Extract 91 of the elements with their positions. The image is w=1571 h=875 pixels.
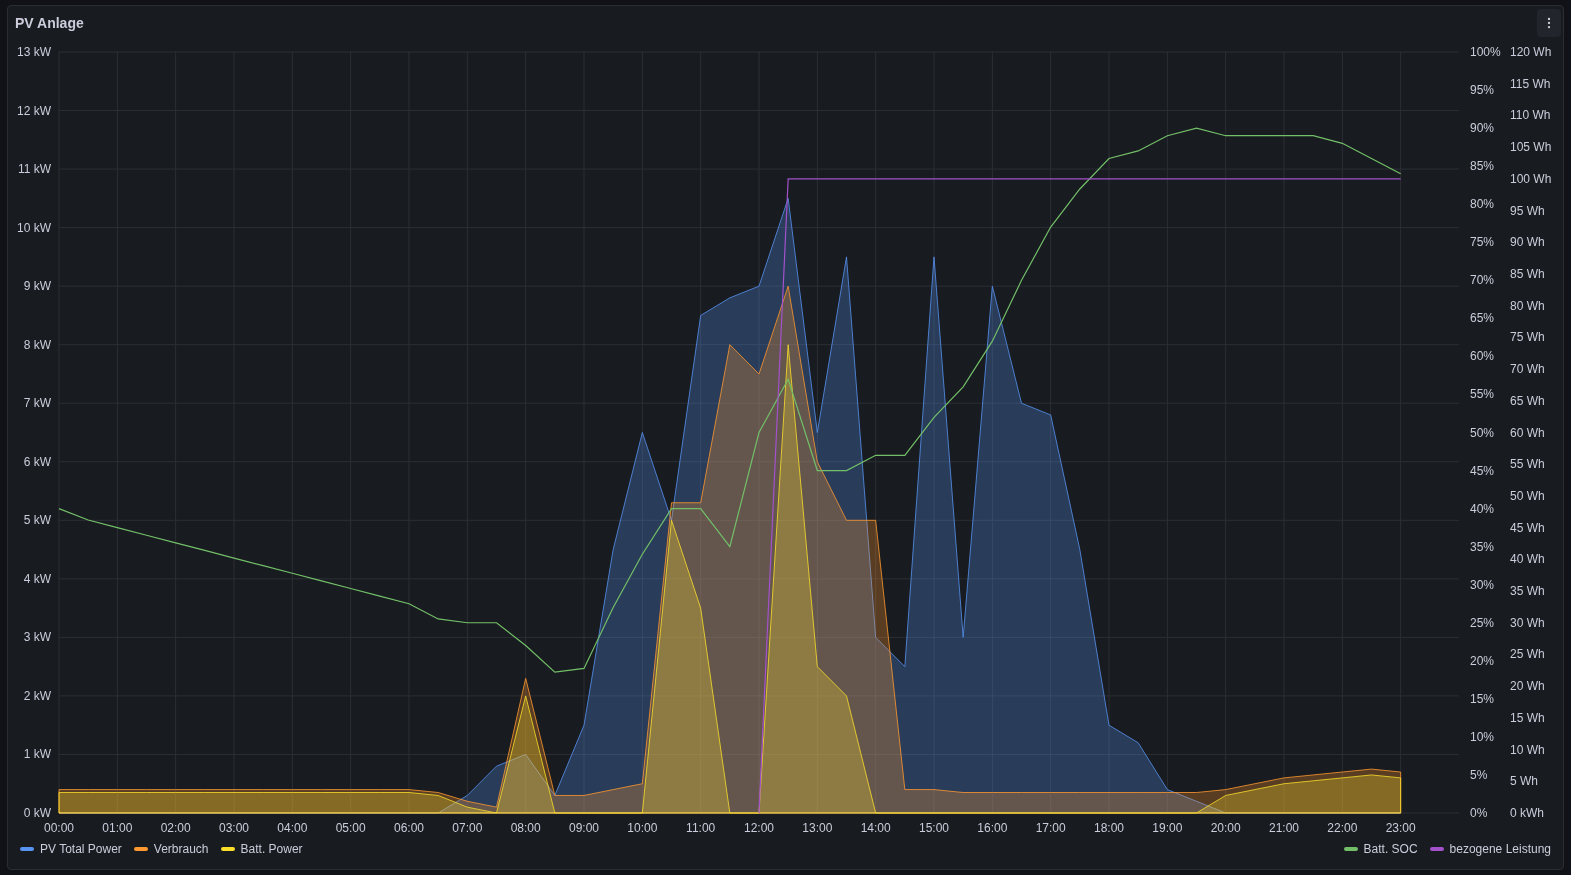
axis-label: 22:00 — [1327, 821, 1358, 835]
axis-label: 13:00 — [802, 821, 833, 835]
axis-label: 08:00 — [510, 821, 541, 835]
legend-label[interactable]: Batt. Power — [240, 841, 303, 857]
axis-label: 65% — [1470, 311, 1495, 326]
axis-label: 30% — [1470, 577, 1495, 592]
axis-label: 11:00 — [686, 821, 716, 835]
axis-label: 00:00 — [44, 821, 74, 835]
axis-label: 11 kW — [17, 162, 51, 177]
legend-label[interactable]: Verbrauch — [153, 841, 209, 857]
axis-label: 5 kW — [23, 513, 51, 528]
axis-label: 20% — [1470, 653, 1495, 668]
axis-label: 05:00 — [335, 821, 366, 835]
axis-label: 25 Wh — [1510, 647, 1545, 662]
axis-label: 80% — [1470, 197, 1495, 212]
axis-label: 17:00 — [1035, 821, 1066, 835]
legend-label[interactable]: bezogene Leistung — [1449, 841, 1551, 857]
axis-label: 55 Wh — [1510, 457, 1545, 472]
axis-label: 85% — [1470, 159, 1495, 174]
axis-label: 6 kW — [23, 454, 51, 469]
axis-label: 07:00 — [452, 821, 483, 835]
axis-label: 100 Wh — [1510, 171, 1552, 186]
axis-label: 9 kW — [23, 279, 51, 294]
axis-label: 09:00 — [569, 821, 599, 835]
axis-label: 90 Wh — [1510, 235, 1545, 250]
axis-label: 0 kW — [23, 806, 51, 820]
axis-label: 0 kWh — [1510, 806, 1544, 820]
axis-label: 90% — [1470, 121, 1495, 136]
axis-label: 30 Wh — [1510, 615, 1545, 630]
axis-label: 02:00 — [160, 821, 191, 835]
axis-label: 55% — [1470, 387, 1495, 402]
panel-title: PV Anlage — [15, 14, 84, 33]
axis-label: 35% — [1470, 539, 1495, 554]
axis-label: 2 kW — [23, 688, 51, 703]
axis-label: 10% — [1470, 729, 1495, 744]
legend-label[interactable]: PV Total Power — [40, 841, 122, 857]
axis-label: 40% — [1470, 501, 1495, 516]
axis-label: 12:00 — [744, 821, 774, 835]
axis-label: 18:00 — [1094, 821, 1124, 835]
axis-label: 10 Wh — [1510, 742, 1545, 757]
axis-label: 120 Wh — [1510, 45, 1552, 59]
axis-label: 06:00 — [394, 821, 424, 835]
axis-label: 7 kW — [23, 396, 51, 411]
axis-label: 15 Wh — [1510, 710, 1545, 725]
axis-label: 85 Wh — [1510, 266, 1545, 281]
axis-label: 12 kW — [17, 103, 51, 118]
axis-label: 115 Wh — [1510, 76, 1551, 91]
axis-label: 45 Wh — [1510, 520, 1545, 535]
axis-label: 50% — [1470, 425, 1495, 440]
axis-label: 75% — [1470, 235, 1495, 250]
axis-label: 60 Wh — [1510, 425, 1545, 440]
axis-label: 80 Wh — [1510, 298, 1545, 313]
axis-label: 20:00 — [1210, 821, 1241, 835]
axis-label: 45% — [1470, 463, 1495, 478]
axis-label: 21:00 — [1269, 821, 1299, 835]
axis-label: 5% — [1470, 767, 1488, 782]
axis-label: 10:00 — [627, 821, 658, 835]
axis-label: 20 Wh — [1510, 679, 1545, 694]
axis-label: 40 Wh — [1510, 552, 1545, 567]
axis-label: 16:00 — [977, 821, 1008, 835]
axis-label: 19:00 — [1152, 821, 1183, 835]
axis-label: 13 kW — [17, 45, 51, 59]
axis-label: 15:00 — [919, 821, 949, 835]
axis-label: 15% — [1470, 691, 1495, 706]
axis-label: 110 Wh — [1510, 108, 1551, 123]
axis-label: 14:00 — [860, 821, 891, 835]
axis-label: 04:00 — [277, 821, 308, 835]
axis-label: 65 Wh — [1510, 393, 1545, 408]
axis-label: 5 Wh — [1510, 774, 1538, 789]
axis-label: 35 Wh — [1510, 584, 1545, 599]
axis-label: 3 kW — [23, 630, 51, 645]
axis-label: 50 Wh — [1510, 488, 1545, 503]
axis-label: 70 Wh — [1510, 362, 1545, 377]
axis-label: 0% — [1470, 806, 1488, 820]
axis-label: 03:00 — [219, 821, 249, 835]
axis-label: 1 kW — [23, 747, 51, 762]
axis-label: 70% — [1470, 273, 1495, 288]
axis-label: 4 kW — [23, 571, 51, 586]
axis-label: 01:00 — [102, 821, 133, 835]
axis-label: 10 kW — [17, 220, 51, 235]
axis-label: 8 kW — [23, 337, 51, 352]
axis-label: 100% — [1470, 45, 1501, 59]
menu-button[interactable] — [1537, 9, 1561, 37]
axis-label: 95 Wh — [1510, 203, 1545, 218]
axis-label: 105 Wh — [1510, 140, 1552, 155]
axis-label: 23:00 — [1385, 821, 1416, 835]
axis-label: 60% — [1470, 349, 1495, 364]
axis-label: 95% — [1470, 83, 1495, 98]
legend-label[interactable]: Batt. SOC — [1363, 841, 1418, 857]
axis-label: 25% — [1470, 615, 1495, 630]
axis-label: 75 Wh — [1510, 330, 1545, 345]
